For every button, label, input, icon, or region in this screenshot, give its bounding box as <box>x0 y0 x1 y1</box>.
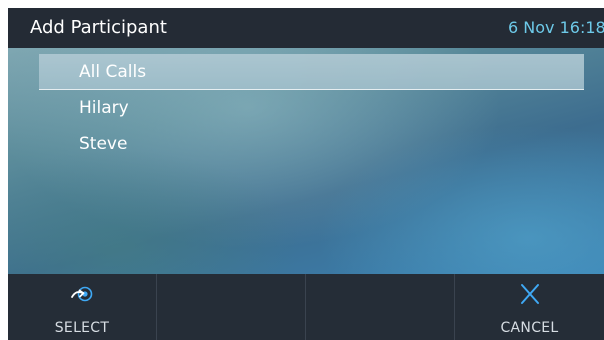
softkey-3[interactable] <box>306 274 455 340</box>
date-time: 6 Nov 16:18 <box>508 18 604 37</box>
cancel-softkey[interactable]: CANCEL <box>455 274 604 340</box>
select-softkey-label: SELECT <box>54 320 110 336</box>
list-item-label: All Calls <box>79 62 147 82</box>
participant-list-area: All Calls Hilary Steve <box>8 48 604 274</box>
header-bar: Add Participant 6 Nov 16:18 <box>8 8 604 48</box>
select-softkey[interactable]: SELECT <box>8 274 157 340</box>
list-item-label: Steve <box>79 134 128 154</box>
phone-screen: Add Participant 6 Nov 16:18 All Calls Hi… <box>8 8 604 340</box>
list-item-all-calls[interactable]: All Calls <box>39 54 584 90</box>
cancel-softkey-label: CANCEL <box>500 320 559 336</box>
list-item-hilary[interactable]: Hilary <box>39 90 584 126</box>
select-arrow-icon <box>71 286 93 302</box>
page-title: Add Participant <box>30 17 167 38</box>
softkey-2[interactable] <box>157 274 306 340</box>
participant-list: All Calls Hilary Steve <box>39 54 584 162</box>
close-icon <box>520 284 539 304</box>
list-item-steve[interactable]: Steve <box>39 126 584 162</box>
list-item-label: Hilary <box>79 98 129 118</box>
softkey-bar: SELECT CANCEL <box>8 274 604 340</box>
